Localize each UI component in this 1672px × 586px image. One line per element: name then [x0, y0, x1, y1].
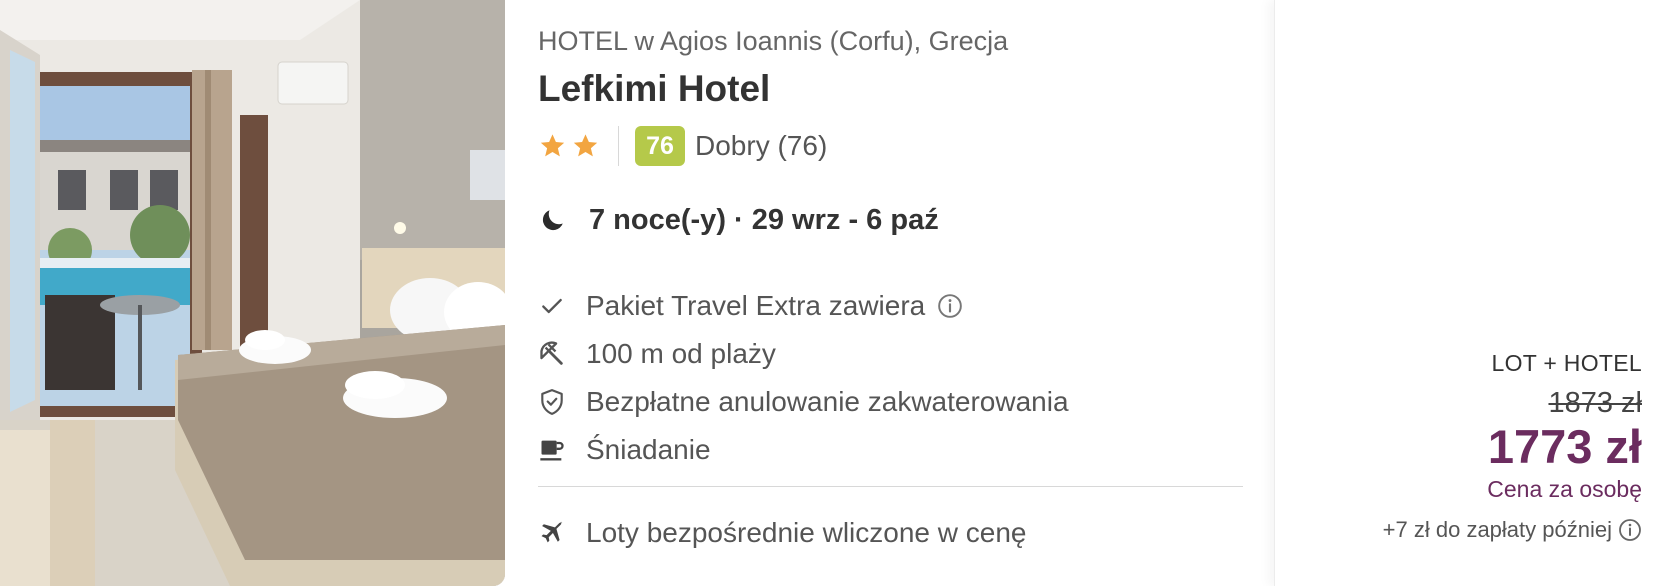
hotel-photo[interactable] — [0, 0, 505, 586]
stay-dates: 7 noce(-y) · 29 wrz - 6 paź — [589, 204, 939, 236]
feature-free-cancellation: Bezpłatne anulowanie zakwaterowania — [538, 378, 1243, 426]
flight-info: Loty bezpośrednie wliczone w cenę — [538, 510, 1026, 556]
feature-breakfast: Śniadanie — [538, 426, 1243, 474]
price-box: LOT + HOTEL 1873 zł 1773 zł Cena za osob… — [1383, 350, 1642, 543]
score-text[interactable]: Dobry (76) — [695, 130, 827, 162]
feature-list: Pakiet Travel Extra zawiera 100 m od pla… — [538, 282, 1243, 474]
info-icon[interactable] — [937, 293, 963, 319]
flight-label: Loty bezpośrednie wliczone w cenę — [586, 517, 1027, 548]
star-icon — [573, 134, 598, 157]
score-badge: 76 — [635, 126, 685, 166]
package-label: LOT + HOTEL — [1491, 350, 1642, 376]
pay-later-row: +7 zł do zapłaty później — [1383, 517, 1642, 543]
pay-later-text: +7 zł do zapłaty później — [1382, 517, 1612, 542]
moon-icon — [542, 210, 563, 231]
feature-beach-distance: 100 m od plaży — [538, 330, 1243, 378]
hotel-stars — [538, 132, 600, 160]
info-icon[interactable] — [1618, 518, 1642, 542]
beach-umbrella-icon — [538, 340, 566, 368]
shield-check-icon — [538, 388, 566, 416]
stay-info: 7 noce(-y) · 29 wrz - 6 paź — [538, 204, 939, 237]
price-panel: LOT + HOTEL 1873 zł 1773 zł Cena za osob… — [1274, 0, 1672, 586]
rating-row: 76 Dobry (76) — [538, 125, 827, 167]
feature-label: Śniadanie — [586, 434, 711, 465]
star-icon — [540, 134, 565, 157]
coffee-cup-icon — [538, 436, 566, 464]
hotel-room-image — [0, 0, 505, 586]
check-icon — [538, 292, 566, 320]
feature-label: 100 m od plaży — [586, 338, 776, 369]
old-price: 1873 zł — [1548, 387, 1642, 419]
current-price[interactable]: 1773 zł — [1383, 422, 1642, 472]
price-per-person-label: Cena za osobę — [1487, 476, 1642, 502]
hotel-info: HOTEL w Agios Ioannis (Corfu), Grecja Le… — [538, 0, 1243, 586]
hotel-location: HOTEL w Agios Ioannis (Corfu), Grecja — [538, 26, 1009, 56]
feature-travel-extra: Pakiet Travel Extra zawiera — [538, 282, 1243, 330]
feature-label: Pakiet Travel Extra zawiera — [586, 290, 926, 321]
feature-label: Bezpłatne anulowanie zakwaterowania — [586, 386, 1069, 417]
airplane-icon — [541, 521, 563, 543]
hotel-name[interactable]: Lefkimi Hotel — [538, 68, 770, 110]
rating-divider — [618, 126, 619, 166]
offer-card[interactable]: HOTEL w Agios Ioannis (Corfu), Grecja Le… — [0, 0, 1672, 586]
section-divider — [538, 486, 1243, 487]
